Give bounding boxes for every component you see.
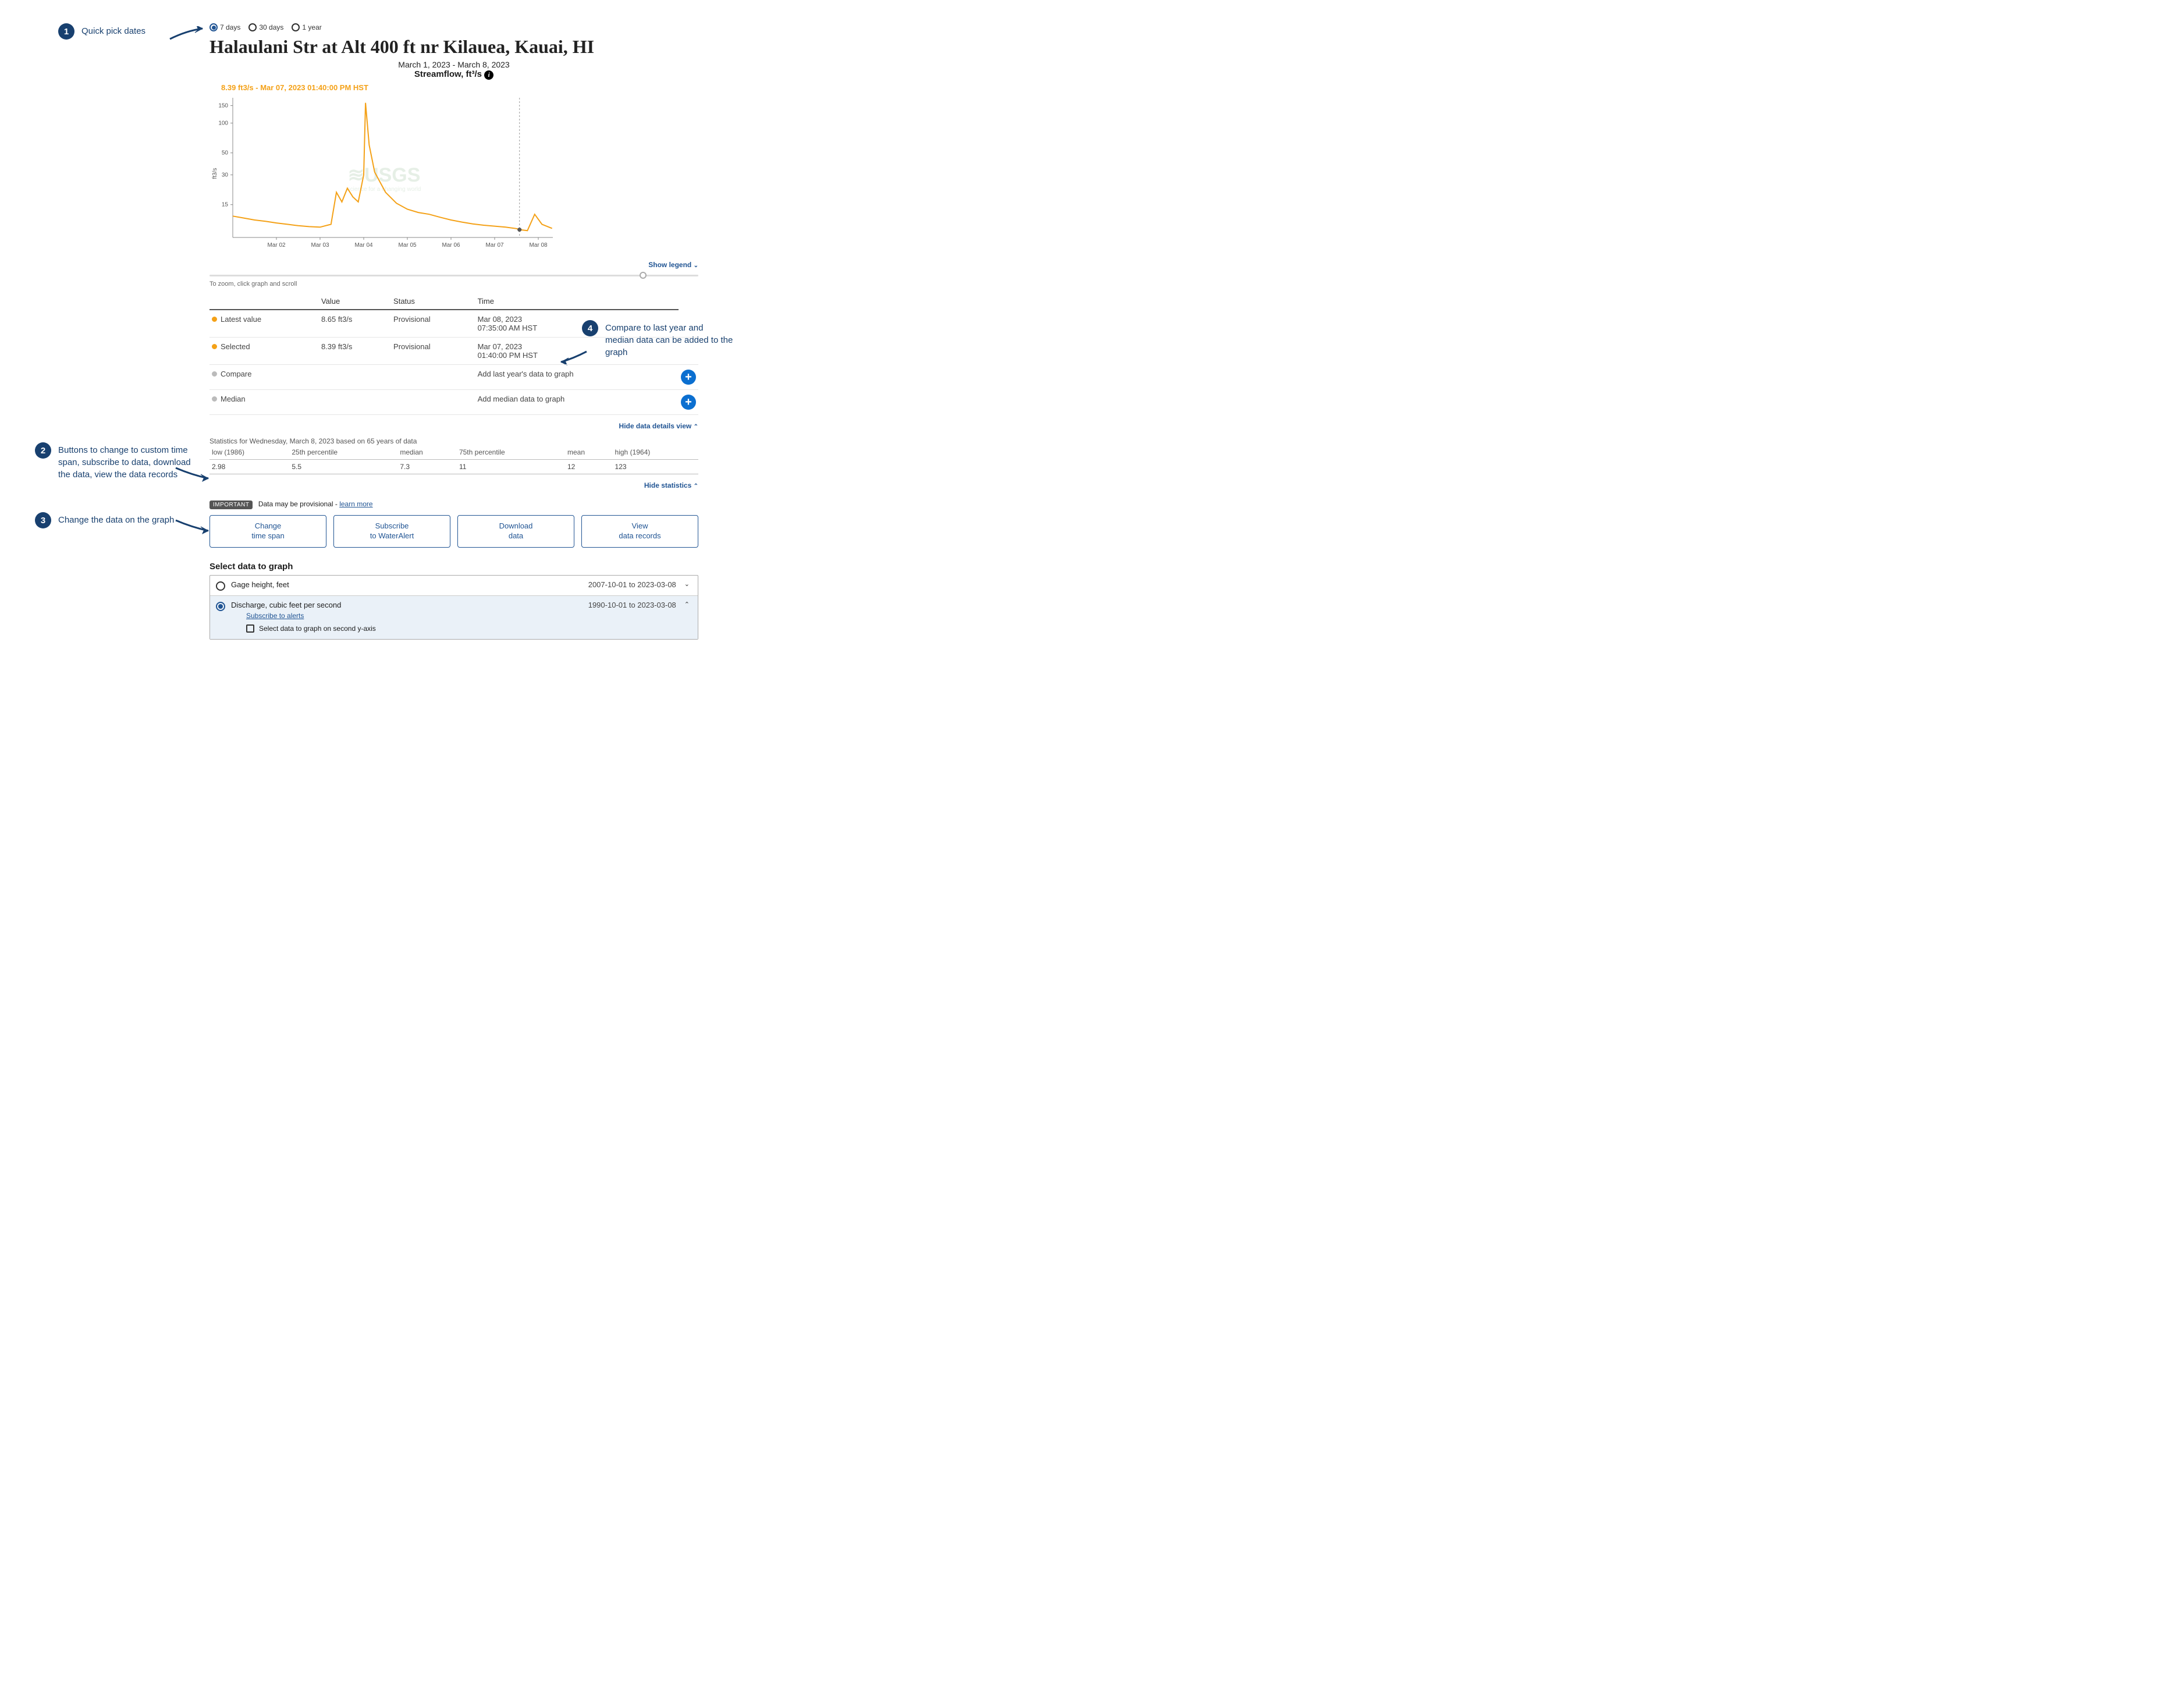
chevron-up-icon: ⌃ <box>694 483 698 489</box>
checkbox-icon <box>246 624 254 633</box>
svg-text:Mar 05: Mar 05 <box>398 242 417 249</box>
svg-text:30: 30 <box>222 172 229 178</box>
svg-text:50: 50 <box>222 150 229 157</box>
svg-text:150: 150 <box>218 102 228 109</box>
svg-text:100: 100 <box>218 120 228 126</box>
add-to-graph-button[interactable]: + <box>681 395 696 410</box>
hide-stats-toggle[interactable]: Hide statistics ⌃ <box>644 481 698 489</box>
important-badge: IMPORTANT <box>209 501 253 509</box>
table-header <box>209 293 319 310</box>
action-subscribe-button[interactable]: Subscribeto WaterAlert <box>333 515 450 548</box>
annotation-badge: 3 <box>35 512 51 528</box>
action-change-button[interactable]: Changetime span <box>209 515 326 548</box>
stats-table: low (1986)25th percentilemedian75th perc… <box>209 445 698 474</box>
chevron-down-icon[interactable]: ⌄ <box>682 580 692 588</box>
chevron-up-icon: ⌃ <box>694 424 698 430</box>
chart-container[interactable]: ≋USGSscience for a changing world1530501… <box>209 92 698 255</box>
svg-text:15: 15 <box>222 202 229 208</box>
svg-text:Mar 02: Mar 02 <box>267 242 286 249</box>
parameter-title-text: Streamflow, ft³/s <box>414 69 482 79</box>
add-to-graph-button[interactable]: + <box>681 370 696 385</box>
svg-text:Mar 03: Mar 03 <box>311 242 329 249</box>
annotation-text: Change the data on the graph <box>58 512 174 526</box>
table-header: Status <box>391 293 475 310</box>
learn-more-link[interactable]: learn more <box>339 500 372 508</box>
date-range: March 1, 2023 - March 8, 2023 <box>209 60 698 69</box>
show-legend-row: Show legend ⌄ <box>209 260 698 269</box>
show-legend-toggle[interactable]: Show legend ⌄ <box>648 261 698 269</box>
hide-details-toggle[interactable]: Hide data details view ⌃ <box>619 422 698 430</box>
subscribe-alerts-link[interactable]: Subscribe to alerts <box>246 612 304 620</box>
parameter-list: Gage height, feet2007-10-01 to 2023-03-0… <box>209 575 698 640</box>
svg-text:≋USGS: ≋USGS <box>348 164 421 186</box>
slider-thumb[interactable] <box>640 272 647 279</box>
quick-pick-30-days[interactable]: 30 days <box>248 23 283 31</box>
parameter-row[interactable]: Discharge, cubic feet per secondSubscrib… <box>210 596 698 639</box>
time-range-slider[interactable] <box>209 271 698 279</box>
info-icon[interactable]: i <box>484 70 493 80</box>
action-button-row: Changetime spanSubscribeto WaterAlertDow… <box>209 515 698 548</box>
table-header: Value <box>319 293 391 310</box>
svg-text:Mar 06: Mar 06 <box>442 242 460 249</box>
radio-icon <box>248 23 257 31</box>
action-view-button[interactable]: Viewdata records <box>581 515 698 548</box>
quick-pick-row: 7 days 30 days 1 year <box>209 23 698 31</box>
svg-text:Mar 08: Mar 08 <box>529 242 548 249</box>
chevron-up-icon[interactable]: ⌃ <box>682 601 692 608</box>
svg-text:ft3/s: ft3/s <box>212 168 218 179</box>
status-dot-icon <box>212 344 217 349</box>
radio-icon <box>292 23 300 31</box>
slider-track <box>209 275 698 276</box>
table-header: Time <box>475 293 679 310</box>
page-root: 1 Quick pick dates 2 Buttons to change t… <box>23 23 698 640</box>
data-summary-table: ValueStatusTime Latest value8.65 ft3/sPr… <box>209 293 698 415</box>
svg-text:Mar 07: Mar 07 <box>485 242 504 249</box>
streamflow-chart[interactable]: ≋USGSscience for a changing world1530501… <box>209 92 559 255</box>
site-title: Halaulani Str at Alt 400 ft nr Kilauea, … <box>209 36 698 58</box>
important-notice: IMPORTANT Data may be provisional - lear… <box>209 500 698 509</box>
quick-pick-7-days[interactable]: 7 days <box>209 23 240 31</box>
action-download-button[interactable]: Downloaddata <box>457 515 574 548</box>
important-text: Data may be provisional - <box>258 500 339 508</box>
radio-icon <box>216 581 225 591</box>
zoom-hint: To zoom, click graph and scroll <box>209 281 698 288</box>
table-row: Latest value8.65 ft3/sProvisionalMar 08,… <box>209 310 698 338</box>
parameter-row[interactable]: Gage height, feet2007-10-01 to 2023-03-0… <box>210 576 698 596</box>
quick-pick-1-year[interactable]: 1 year <box>292 23 321 31</box>
status-dot-icon <box>212 371 217 377</box>
annotation-badge: 2 <box>35 442 51 459</box>
table-row: Selected8.39 ft3/sProvisionalMar 07, 202… <box>209 338 698 365</box>
chevron-down-icon: ⌄ <box>694 262 698 269</box>
annotation-arrow-icon <box>169 26 209 44</box>
parameter-title: Streamflow, ft³/s i <box>209 69 698 80</box>
annotation-gutter-left <box>23 23 209 640</box>
svg-text:Mar 04: Mar 04 <box>354 242 373 249</box>
table-row: MedianAdd median data to graph+ <box>209 390 698 415</box>
table-row: CompareAdd last year's data to graph+ <box>209 365 698 390</box>
status-dot-icon <box>212 396 217 402</box>
annotation-text: Quick pick dates <box>81 23 145 37</box>
select-data-header: Select data to graph <box>209 562 698 572</box>
radio-icon <box>216 602 225 611</box>
annotation-badge: 1 <box>58 23 74 40</box>
secondary-axis-checkbox[interactable]: Select data to graph on second y-axis <box>246 624 376 633</box>
main-panel: 7 days 30 days 1 year Halaulani Str at Alt… <box>209 23 698 640</box>
status-dot-icon <box>212 317 217 322</box>
chart-hover-label: 8.39 ft3/s - Mar 07, 2023 01:40:00 PM HS… <box>221 83 698 92</box>
radio-icon <box>209 23 218 31</box>
stats-caption: Statistics for Wednesday, March 8, 2023 … <box>209 437 698 445</box>
